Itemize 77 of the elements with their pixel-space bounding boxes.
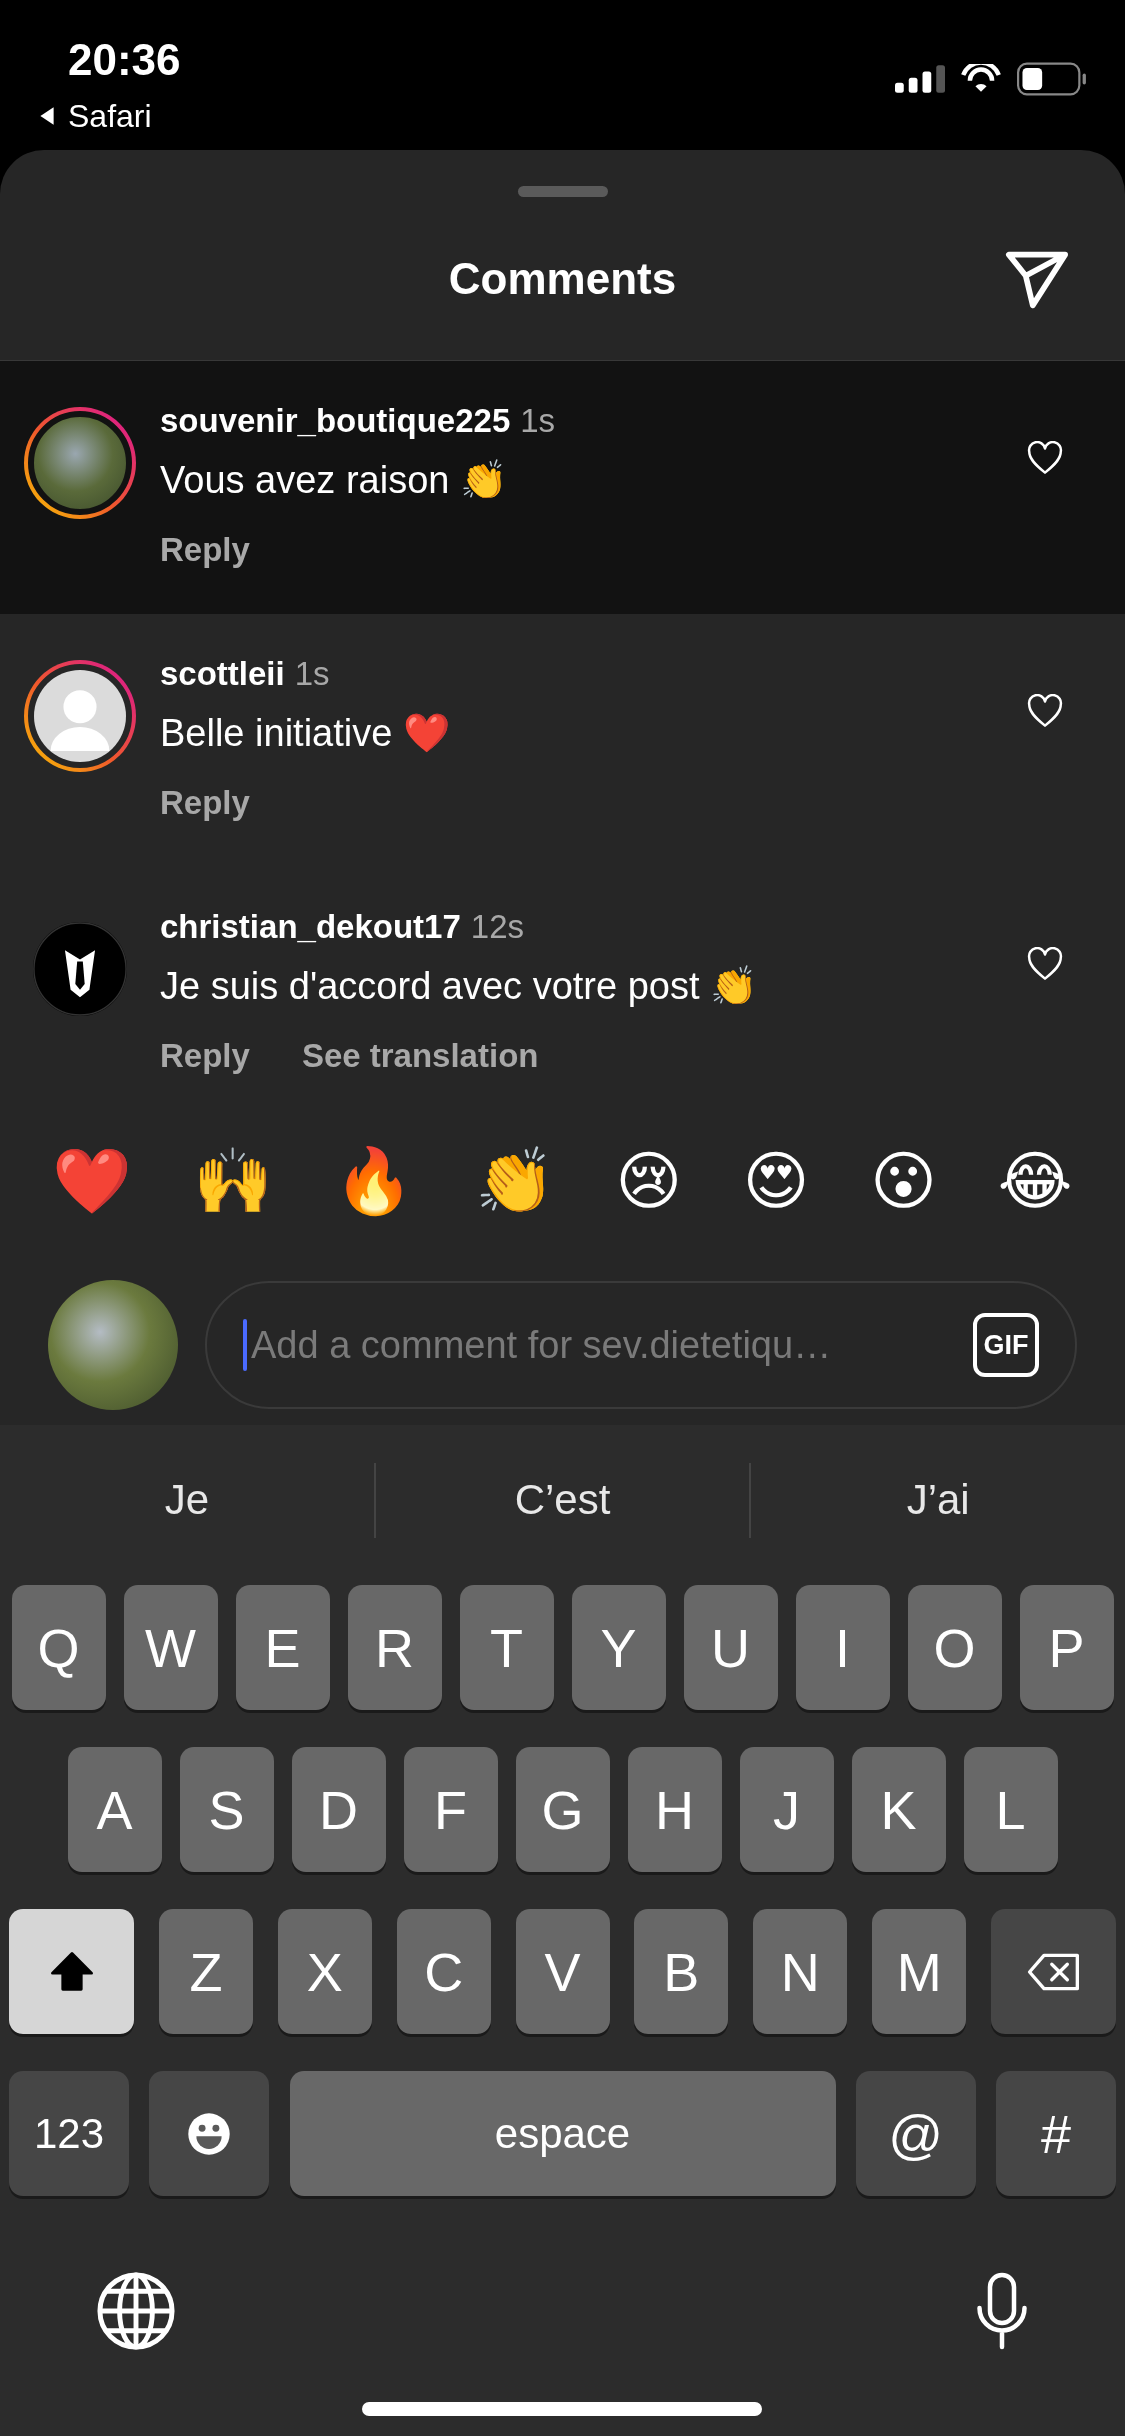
letter-key[interactable]: E <box>235 1585 330 1710</box>
text-cursor <box>243 1319 247 1371</box>
letter-key[interactable]: G <box>515 1747 610 1872</box>
drag-handle[interactable] <box>517 186 608 197</box>
suggestion-button[interactable]: J’ai <box>751 1476 1125 1524</box>
letter-key[interactable]: H <box>627 1747 722 1872</box>
letter-key[interactable]: O <box>907 1585 1002 1710</box>
gif-button[interactable]: GIF <box>973 1313 1039 1377</box>
emoji-reaction-button[interactable]: 😍 <box>742 1141 810 1221</box>
signal-icon <box>895 65 945 93</box>
username[interactable]: souvenir_boutique225 <box>160 399 511 443</box>
status-time: 20:36 <box>68 34 181 86</box>
letter-key[interactable]: R <box>347 1585 442 1710</box>
emoji-reaction-button[interactable]: ❤ <box>52 1141 133 1221</box>
letter-key[interactable]: C <box>396 1909 491 2034</box>
symbol-key[interactable]: # <box>996 2071 1116 2196</box>
suggestion-button[interactable]: Je <box>0 1476 374 1524</box>
comment-text: Je suis d'accord avec votre post 👏 <box>160 964 759 1009</box>
letter-key[interactable]: M <box>872 1909 967 2034</box>
default-avatar-icon <box>34 670 126 762</box>
letter-key[interactable]: D <box>291 1747 386 1872</box>
wifi-icon <box>961 64 1001 94</box>
comment-action-link[interactable]: See translation <box>301 1034 539 1078</box>
comment-action-link[interactable]: Reply <box>160 781 250 825</box>
like-heart-icon[interactable] <box>1027 694 1063 728</box>
sheet-title: Comments <box>448 253 677 304</box>
emoji-key[interactable] <box>149 2071 270 2196</box>
letter-key[interactable]: Y <box>571 1585 666 1710</box>
letter-key[interactable]: K <box>851 1747 946 1872</box>
back-to-app-link[interactable]: Safari <box>38 96 152 136</box>
letter-key[interactable]: U <box>683 1585 778 1710</box>
like-heart-icon[interactable] <box>1027 947 1063 981</box>
numbers-key[interactable]: 123 <box>9 2071 129 2196</box>
letter-key[interactable]: V <box>515 1909 610 2034</box>
emoji-reaction-button[interactable]: 🔥 <box>333 1141 414 1221</box>
backspace-icon <box>1025 1951 1082 1992</box>
letter-key[interactable]: S <box>179 1747 274 1872</box>
space-key[interactable]: espace <box>289 2071 836 2196</box>
letter-key[interactable]: X <box>277 1909 372 2034</box>
letter-key[interactable]: W <box>123 1585 218 1710</box>
symbol-key[interactable]: @ <box>855 2071 976 2196</box>
emoji-reaction-button[interactable]: 🙌 <box>193 1141 274 1221</box>
letter-key[interactable]: A <box>67 1747 162 1872</box>
letter-key[interactable]: T <box>459 1585 554 1710</box>
letter-key[interactable]: F <box>403 1747 498 1872</box>
emoji-reaction-button[interactable]: 😮 <box>870 1141 938 1221</box>
letter-key[interactable]: N <box>753 1909 848 2034</box>
comment-text: Vous avez raison 👏 <box>160 458 508 503</box>
send-icon[interactable] <box>1004 249 1070 311</box>
emoji-reaction-button[interactable]: 👏 <box>474 1141 555 1221</box>
delete-key[interactable] <box>991 1909 1116 2034</box>
comment-action-link[interactable]: Reply <box>160 1034 250 1078</box>
letter-key[interactable]: J <box>739 1747 834 1872</box>
letter-key[interactable]: Z <box>158 1909 253 2034</box>
shift-key[interactable] <box>9 1909 134 2034</box>
comment-time: 12s <box>470 907 524 947</box>
battery-icon <box>1017 62 1087 96</box>
like-heart-icon[interactable] <box>1027 441 1063 475</box>
comment-action-link[interactable]: Reply <box>160 528 250 572</box>
letter-key[interactable]: B <box>634 1909 729 2034</box>
comment-time: 1s <box>294 654 330 694</box>
username[interactable]: scottleii <box>160 652 285 696</box>
emoji-reaction-button[interactable]: 😂 <box>997 1141 1073 1221</box>
comment-input-field[interactable]: Add a comment for sev.dietetiqu… GIF <box>205 1281 1077 1409</box>
suggestion-button[interactable]: C’est <box>375 1476 750 1524</box>
letter-key[interactable]: L <box>963 1747 1058 1872</box>
username[interactable]: christian_dekout17 <box>160 905 461 949</box>
emoji-reaction-button[interactable]: 😢 <box>615 1141 683 1221</box>
smiley-icon <box>186 2110 233 2157</box>
letter-key[interactable]: Q <box>11 1585 106 1710</box>
back-triangle-icon <box>38 105 56 127</box>
globe-icon[interactable] <box>95 2270 177 2352</box>
suit-logo-icon <box>33 922 127 1016</box>
letter-key[interactable]: I <box>795 1585 890 1710</box>
comment-time: 1s <box>520 401 556 441</box>
letter-key[interactable]: P <box>1019 1585 1114 1710</box>
comment-text: Belle initiative ❤ <box>160 711 451 756</box>
